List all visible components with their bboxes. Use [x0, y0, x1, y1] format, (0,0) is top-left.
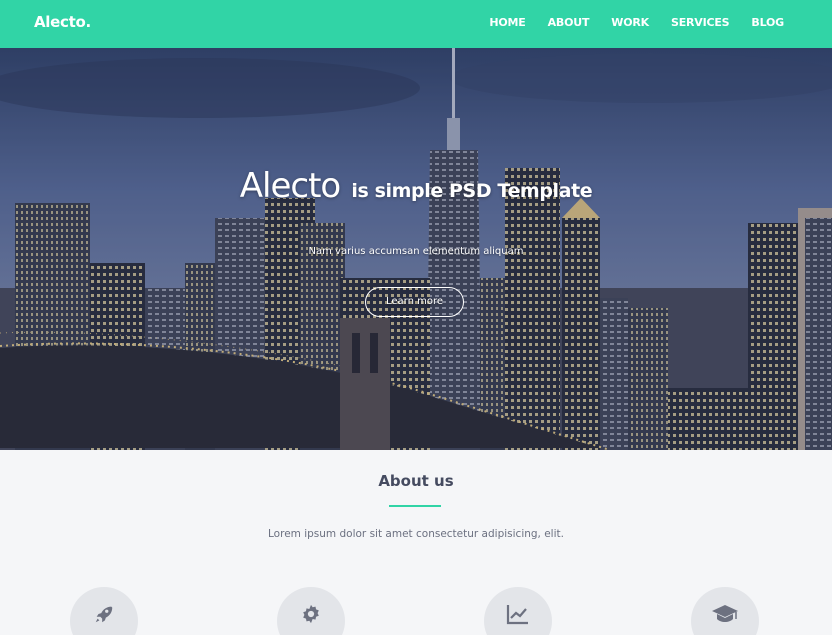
feature-graduation [691, 587, 759, 635]
navbar: Alecto. HOME ABOUT WORK SERVICES BLOG [0, 0, 832, 48]
graduation-cap-icon [712, 605, 738, 622]
nav-link-services[interactable]: SERVICES [671, 16, 730, 29]
feature-rocket [70, 587, 138, 635]
about-title: About us [378, 472, 454, 490]
learn-more-button[interactable]: Learn more [365, 287, 464, 317]
hero-title-tagline: is simple PSD Template [351, 180, 593, 202]
nav-link-work[interactable]: WORK [611, 16, 649, 29]
main-nav: HOME ABOUT WORK SERVICES BLOG [467, 16, 784, 29]
gear-icon [303, 604, 319, 624]
hero-section: Alecto is simple PSD Template Nam varius… [0, 48, 832, 450]
rocket-icon [95, 606, 113, 623]
about-description: Lorem ipsum dolor sit amet consectetur a… [268, 528, 564, 540]
feature-chart [484, 587, 552, 635]
nav-link-blog[interactable]: BLOG [751, 16, 784, 29]
nav-link-home[interactable]: HOME [489, 16, 525, 29]
hero-subtitle: Nam varius accumsan elementum aliquam [308, 246, 524, 257]
nav-link-about[interactable]: ABOUT [548, 16, 590, 29]
feature-gear [277, 587, 345, 635]
hero-title: Alecto is simple PSD Template [0, 166, 832, 206]
chart-line-icon [506, 605, 528, 625]
hero-title-brand: Alecto [239, 166, 341, 206]
logo[interactable]: Alecto. [34, 13, 91, 31]
about-title-underline [389, 505, 441, 507]
